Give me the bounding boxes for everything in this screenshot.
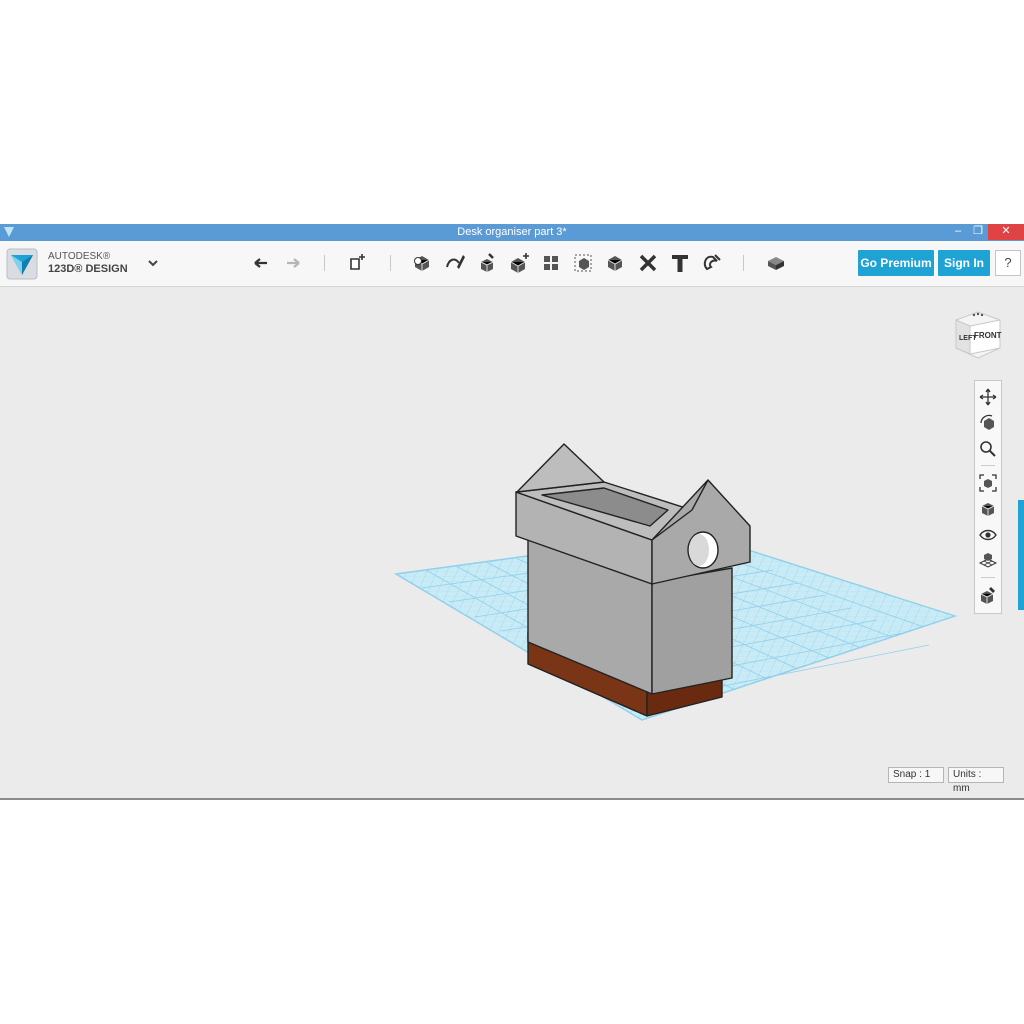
viewcube[interactable]: LEFT FRONT [950, 304, 1006, 360]
side-panel-toggle[interactable] [1018, 500, 1024, 610]
transform-button[interactable] [345, 251, 369, 275]
orbit-icon[interactable] [978, 413, 998, 433]
construct-button[interactable] [475, 251, 499, 275]
undo-button[interactable] [249, 251, 273, 275]
scene-canvas[interactable] [0, 286, 1024, 798]
fit-icon[interactable] [978, 473, 998, 493]
help-button[interactable]: ? [995, 250, 1021, 276]
toolbar-separator [324, 255, 325, 271]
modify-button[interactable] [507, 251, 531, 275]
app-window: Desk organiser part 3* – ❐ ✕ AUTODESK® 1… [0, 224, 1024, 800]
pattern-button[interactable] [539, 251, 563, 275]
toolbar-separator [390, 255, 391, 271]
body-side-face[interactable] [651, 567, 733, 695]
navigation-bar [974, 380, 1002, 614]
sketch-button[interactable] [443, 251, 467, 275]
pan-icon[interactable] [978, 387, 998, 407]
title-bar: Desk organiser part 3* – ❐ ✕ [0, 224, 1024, 241]
construct-icon [480, 253, 494, 272]
transform-icon [350, 254, 365, 270]
3d-viewport[interactable]: LEFT FRONT Snap: 1 Units: mm [0, 286, 1024, 798]
window-bottom-border [0, 798, 1024, 800]
chevron-down-icon[interactable] [146, 257, 160, 269]
go-premium-button[interactable]: Go Premium [858, 250, 934, 276]
text-icon [672, 255, 688, 272]
viewcube-front-label[interactable]: FRONT [974, 331, 1002, 340]
pattern-icon [544, 256, 558, 270]
material-icon [768, 257, 784, 270]
brand-line1: AUTODESK® [48, 251, 111, 262]
visibility-icon[interactable] [978, 525, 998, 545]
app-logo-icon[interactable] [6, 248, 38, 280]
brand-text[interactable]: AUTODESK® 123D® DESIGN [48, 251, 128, 275]
units-setting[interactable]: Units : mm [948, 767, 1004, 794]
material-view-icon[interactable] [978, 585, 998, 605]
undo-icon [254, 258, 267, 268]
text-button[interactable] [668, 251, 692, 275]
delete-button[interactable] [636, 251, 660, 275]
zoom-icon[interactable] [978, 439, 998, 459]
navbar-separator [981, 465, 995, 466]
primitives-button[interactable] [410, 251, 434, 275]
delete-icon [639, 254, 657, 272]
redo-icon [287, 258, 300, 268]
window-title: Desk organiser part 3* [457, 226, 567, 238]
navbar-separator [981, 577, 995, 578]
main-toolbar: AUTODESK® 123D® DESIGN Go Premium Sign I… [0, 241, 1024, 287]
grouping-icon [574, 254, 592, 272]
combine-button[interactable] [603, 251, 627, 275]
desk-organiser-model[interactable] [515, 443, 751, 717]
redo-button[interactable] [281, 251, 305, 275]
close-button[interactable]: ✕ [988, 224, 1024, 240]
material-button[interactable] [764, 251, 788, 275]
modify-icon [510, 253, 529, 273]
snap-setting[interactable]: Snap : 1 [888, 767, 944, 783]
grid-icon[interactable] [978, 551, 998, 571]
brand-line2: 123D® DESIGN [48, 263, 128, 275]
snap-icon [703, 254, 721, 271]
views-icon[interactable] [978, 499, 998, 519]
sign-in-button[interactable]: Sign In [938, 250, 990, 276]
maximize-button[interactable]: ❐ [966, 224, 990, 240]
toolbar-separator [743, 255, 744, 271]
primitives-icon [414, 256, 430, 271]
snap-button[interactable] [700, 251, 724, 275]
sketch-icon [446, 255, 465, 269]
grouping-button[interactable] [571, 251, 595, 275]
combine-icon [607, 256, 623, 271]
